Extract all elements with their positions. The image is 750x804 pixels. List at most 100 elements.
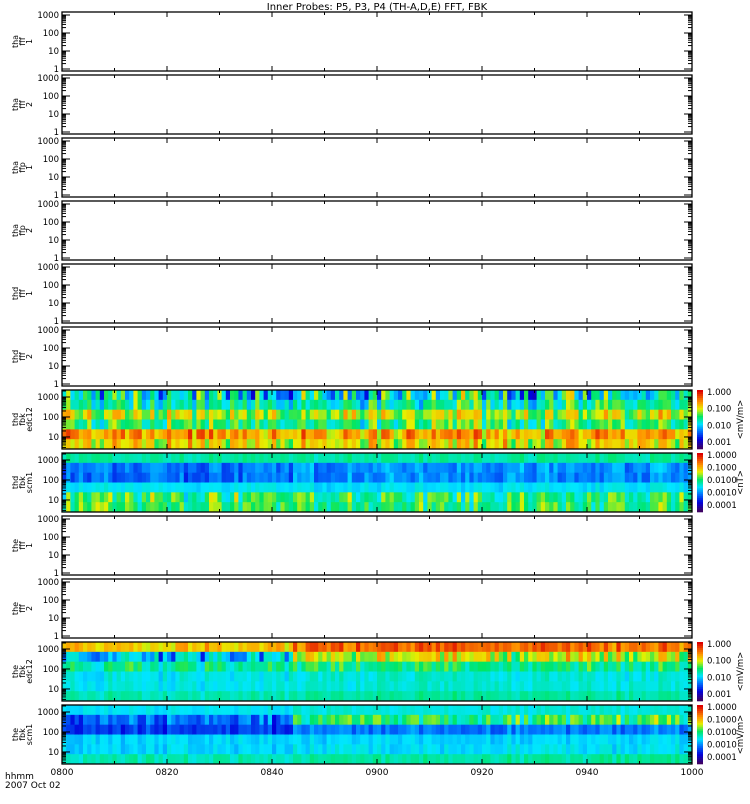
spectrogram-cell: [532, 671, 537, 682]
spectrogram-cell: [116, 462, 122, 474]
spectrogram-cell: [566, 642, 571, 653]
spectrogram-cell: [255, 492, 260, 503]
spectrogram-cell: [587, 754, 592, 765]
spectrogram-cell: [318, 472, 323, 483]
spectrogram-cell: [658, 482, 663, 493]
spectrogram-cell: [322, 419, 327, 430]
spectrogram-cell: [263, 642, 269, 653]
spectrogram-cell: [402, 429, 407, 440]
spectrogram-cell: [120, 390, 126, 401]
spectrogram-cell: [200, 744, 206, 755]
spectrogram-cell: [108, 399, 113, 411]
spectrogram-cell: [431, 714, 437, 726]
spectrogram-cell: [263, 651, 269, 663]
spectrogram-cell: [87, 671, 92, 682]
spectrogram-cell: [515, 439, 521, 450]
spectrogram-cell: [410, 681, 416, 692]
spectrogram-cell: [410, 724, 416, 735]
spectrogram-cell: [637, 724, 642, 735]
spectrogram-cell: [322, 429, 327, 440]
spectrogram-cell: [423, 642, 428, 653]
spectrogram-cell: [524, 744, 529, 755]
spectrogram-cell: [259, 714, 264, 726]
spectrogram-cell: [666, 651, 672, 663]
spectrogram-cell: [431, 671, 437, 682]
spectrogram-cell: [99, 390, 105, 401]
spectrogram-cell: [490, 691, 495, 702]
spectrogram-cell: [150, 705, 155, 716]
spectrogram-cell: [528, 714, 533, 726]
spectrogram-cell: [427, 409, 432, 420]
spectrogram-cell: [246, 754, 252, 765]
spectrogram-cell: [305, 390, 311, 401]
spectrogram-cell: [116, 661, 122, 672]
spectrogram-cell: [616, 472, 621, 483]
spectrogram-cell: [566, 681, 571, 692]
spectrogram-cell: [595, 671, 600, 682]
spectrogram-cell: [326, 671, 332, 682]
colorbar-tick-label: 0.0100: [707, 728, 737, 738]
spectrogram-cell: [188, 681, 193, 692]
spectrogram-cell: [108, 462, 113, 474]
spectrogram-cell: [482, 744, 487, 755]
spectrogram-cell: [591, 429, 596, 440]
spectrogram-cell: [209, 661, 214, 672]
spectrogram-cell: [671, 734, 676, 745]
spectrogram-cell: [204, 661, 210, 672]
spectrogram-cell: [137, 705, 143, 716]
spectrogram-cell: [536, 492, 542, 503]
spectrogram-cell: [662, 642, 668, 653]
spectrogram-cell: [158, 409, 164, 420]
spectrogram-cell: [419, 453, 424, 464]
spectrogram-cell: [196, 472, 201, 483]
spectrogram-cell: [398, 714, 403, 726]
spectrogram-cell: [335, 409, 340, 420]
spectrogram-cell: [368, 409, 374, 420]
spectrogram-cell: [448, 453, 453, 464]
spectrogram-cell: [78, 705, 84, 716]
spectrogram-cell: [225, 439, 231, 450]
spectrogram-cell: [385, 409, 390, 420]
spectrogram-cell: [116, 502, 122, 513]
spectrogram-cell: [549, 502, 554, 513]
spectrogram-cell: [431, 651, 437, 663]
spectrogram-cell: [519, 754, 525, 765]
spectrogram-cell: [444, 661, 449, 672]
spectrogram-cell: [276, 744, 281, 755]
spectrogram-cell: [326, 651, 332, 663]
spectrogram-cell: [112, 714, 117, 726]
spectrogram-cell: [112, 409, 117, 420]
spectrogram-cell: [608, 744, 613, 755]
spectrogram-cell: [377, 651, 382, 663]
spectrogram-cell: [125, 409, 130, 420]
spectrogram-cell: [263, 439, 269, 450]
spectrogram-cell: [99, 482, 105, 493]
spectrogram-cell: [230, 661, 235, 672]
spectrogram-cell: [389, 439, 395, 450]
spectrogram-cell: [108, 651, 113, 663]
spectrogram-cell: [671, 502, 676, 513]
spectrogram-cell: [515, 724, 521, 735]
spectrogram-cell: [444, 439, 449, 450]
spectrogram-cell: [99, 724, 105, 735]
spectrogram-cell: [645, 472, 651, 483]
spectrogram-cell: [540, 429, 546, 440]
colorbar-swatch: [697, 498, 703, 501]
spectrogram-cell: [154, 642, 159, 653]
spectrogram-cell: [183, 502, 189, 513]
spectrogram-cell: [167, 734, 172, 745]
spectrogram-cell: [654, 691, 659, 702]
spectrogram-cell: [137, 409, 143, 420]
spectrogram-cell: [335, 429, 340, 440]
spectrogram-cell: [679, 502, 684, 513]
spectrogram-cell: [557, 390, 563, 401]
spectrogram-cell: [549, 691, 554, 702]
spectrogram-cell: [196, 734, 201, 745]
spectrogram-cell: [599, 502, 605, 513]
spectrogram-cell: [133, 429, 138, 440]
spectrogram-cell: [293, 409, 298, 420]
spectrogram-cell: [314, 492, 319, 503]
spectrogram-cell: [120, 734, 126, 745]
spectrogram-cell: [482, 642, 487, 653]
spectrogram-cell: [74, 429, 80, 440]
